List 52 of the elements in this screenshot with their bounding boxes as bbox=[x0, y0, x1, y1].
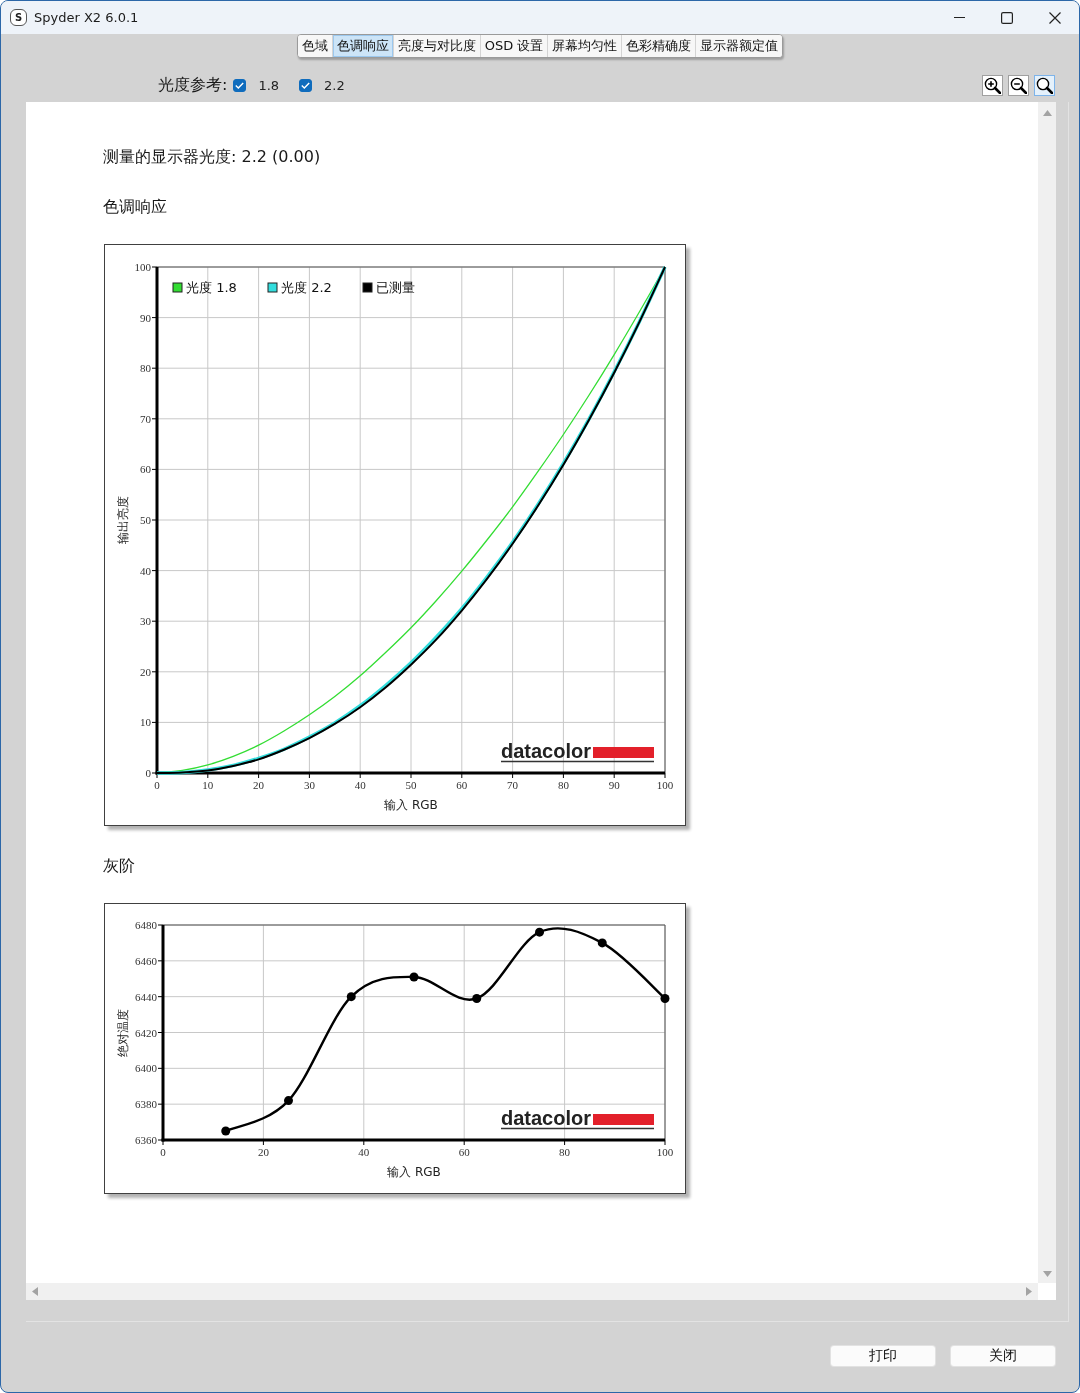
legend-label: 已测量 bbox=[376, 280, 415, 295]
x-tick-label: 80 bbox=[557, 779, 569, 791]
x-tick-label: 70 bbox=[507, 779, 519, 791]
x-tick-label: 90 bbox=[608, 779, 620, 791]
measured-gamma-text: 测量的显示器光度: 2.2 (0.00) bbox=[103, 147, 321, 167]
checkbox-label: 2.2 bbox=[324, 77, 345, 93]
x-tick-label: 20 bbox=[257, 1146, 269, 1158]
x-tick-label: 40 bbox=[354, 779, 366, 791]
x-tick-label: 20 bbox=[253, 779, 265, 791]
y-tick-label: 80 bbox=[140, 362, 151, 375]
x-tick-label: 40 bbox=[358, 1146, 370, 1158]
legend-label: 光度 1.8 bbox=[186, 280, 237, 295]
window-title: Spyder X2 6.0.1 bbox=[34, 10, 139, 25]
y-tick-label: 50 bbox=[140, 514, 151, 526]
x-tick-label: 50 bbox=[405, 779, 417, 791]
x-axis-title: 输入 RGB bbox=[384, 798, 438, 812]
x-axis-title: 输入 RGB bbox=[387, 1165, 441, 1179]
y-tick-label: 6400 bbox=[135, 1062, 157, 1075]
y-tick-label: 70 bbox=[140, 412, 151, 425]
y-axis-title: 绝对温度 bbox=[116, 1008, 130, 1057]
brand-logo: datacolor bbox=[500, 1107, 655, 1130]
y-tick-label: 6460 bbox=[135, 954, 157, 967]
y-tick-label: 90 bbox=[140, 311, 151, 324]
y-tick-label: 6380 bbox=[135, 1098, 157, 1111]
y-axis-title: 输出亮度 bbox=[116, 496, 130, 544]
y-tick-label: 6420 bbox=[135, 1026, 157, 1039]
x-tick-label: 0 bbox=[154, 779, 160, 791]
y-tick-label: 10 bbox=[140, 716, 151, 729]
y-tick-label: 100 bbox=[134, 261, 151, 273]
x-tick-label: 60 bbox=[458, 1146, 470, 1158]
app-logo: S bbox=[10, 9, 27, 26]
legend-label: 光度 2.2 bbox=[281, 280, 332, 295]
y-tick-label: 6480 bbox=[135, 919, 157, 931]
y-tick-label: 20 bbox=[140, 665, 151, 678]
brand-logo: datacolor bbox=[500, 740, 655, 763]
gamma-reference-label: 光度参考: bbox=[158, 74, 228, 96]
x-tick-label: 30 bbox=[303, 779, 315, 791]
section-heading: 色调响应 bbox=[103, 197, 167, 217]
section-heading: 灰阶 bbox=[103, 856, 135, 876]
x-tick-label: 60 bbox=[456, 779, 468, 791]
x-tick-label: 100 bbox=[656, 1146, 674, 1158]
x-tick-label: 10 bbox=[202, 779, 214, 791]
y-tick-label: 6440 bbox=[135, 990, 157, 1003]
x-tick-label: 0 bbox=[160, 1146, 166, 1158]
checkbox-label: 1.8 bbox=[258, 77, 280, 93]
y-tick-label: 30 bbox=[140, 615, 151, 628]
y-tick-label: 6360 bbox=[135, 1134, 157, 1146]
y-tick-label: 0 bbox=[145, 767, 151, 779]
x-tick-label: 80 bbox=[559, 1146, 571, 1158]
y-tick-label: 60 bbox=[140, 463, 151, 476]
y-tick-label: 40 bbox=[140, 564, 151, 577]
x-tick-label: 100 bbox=[656, 779, 674, 791]
